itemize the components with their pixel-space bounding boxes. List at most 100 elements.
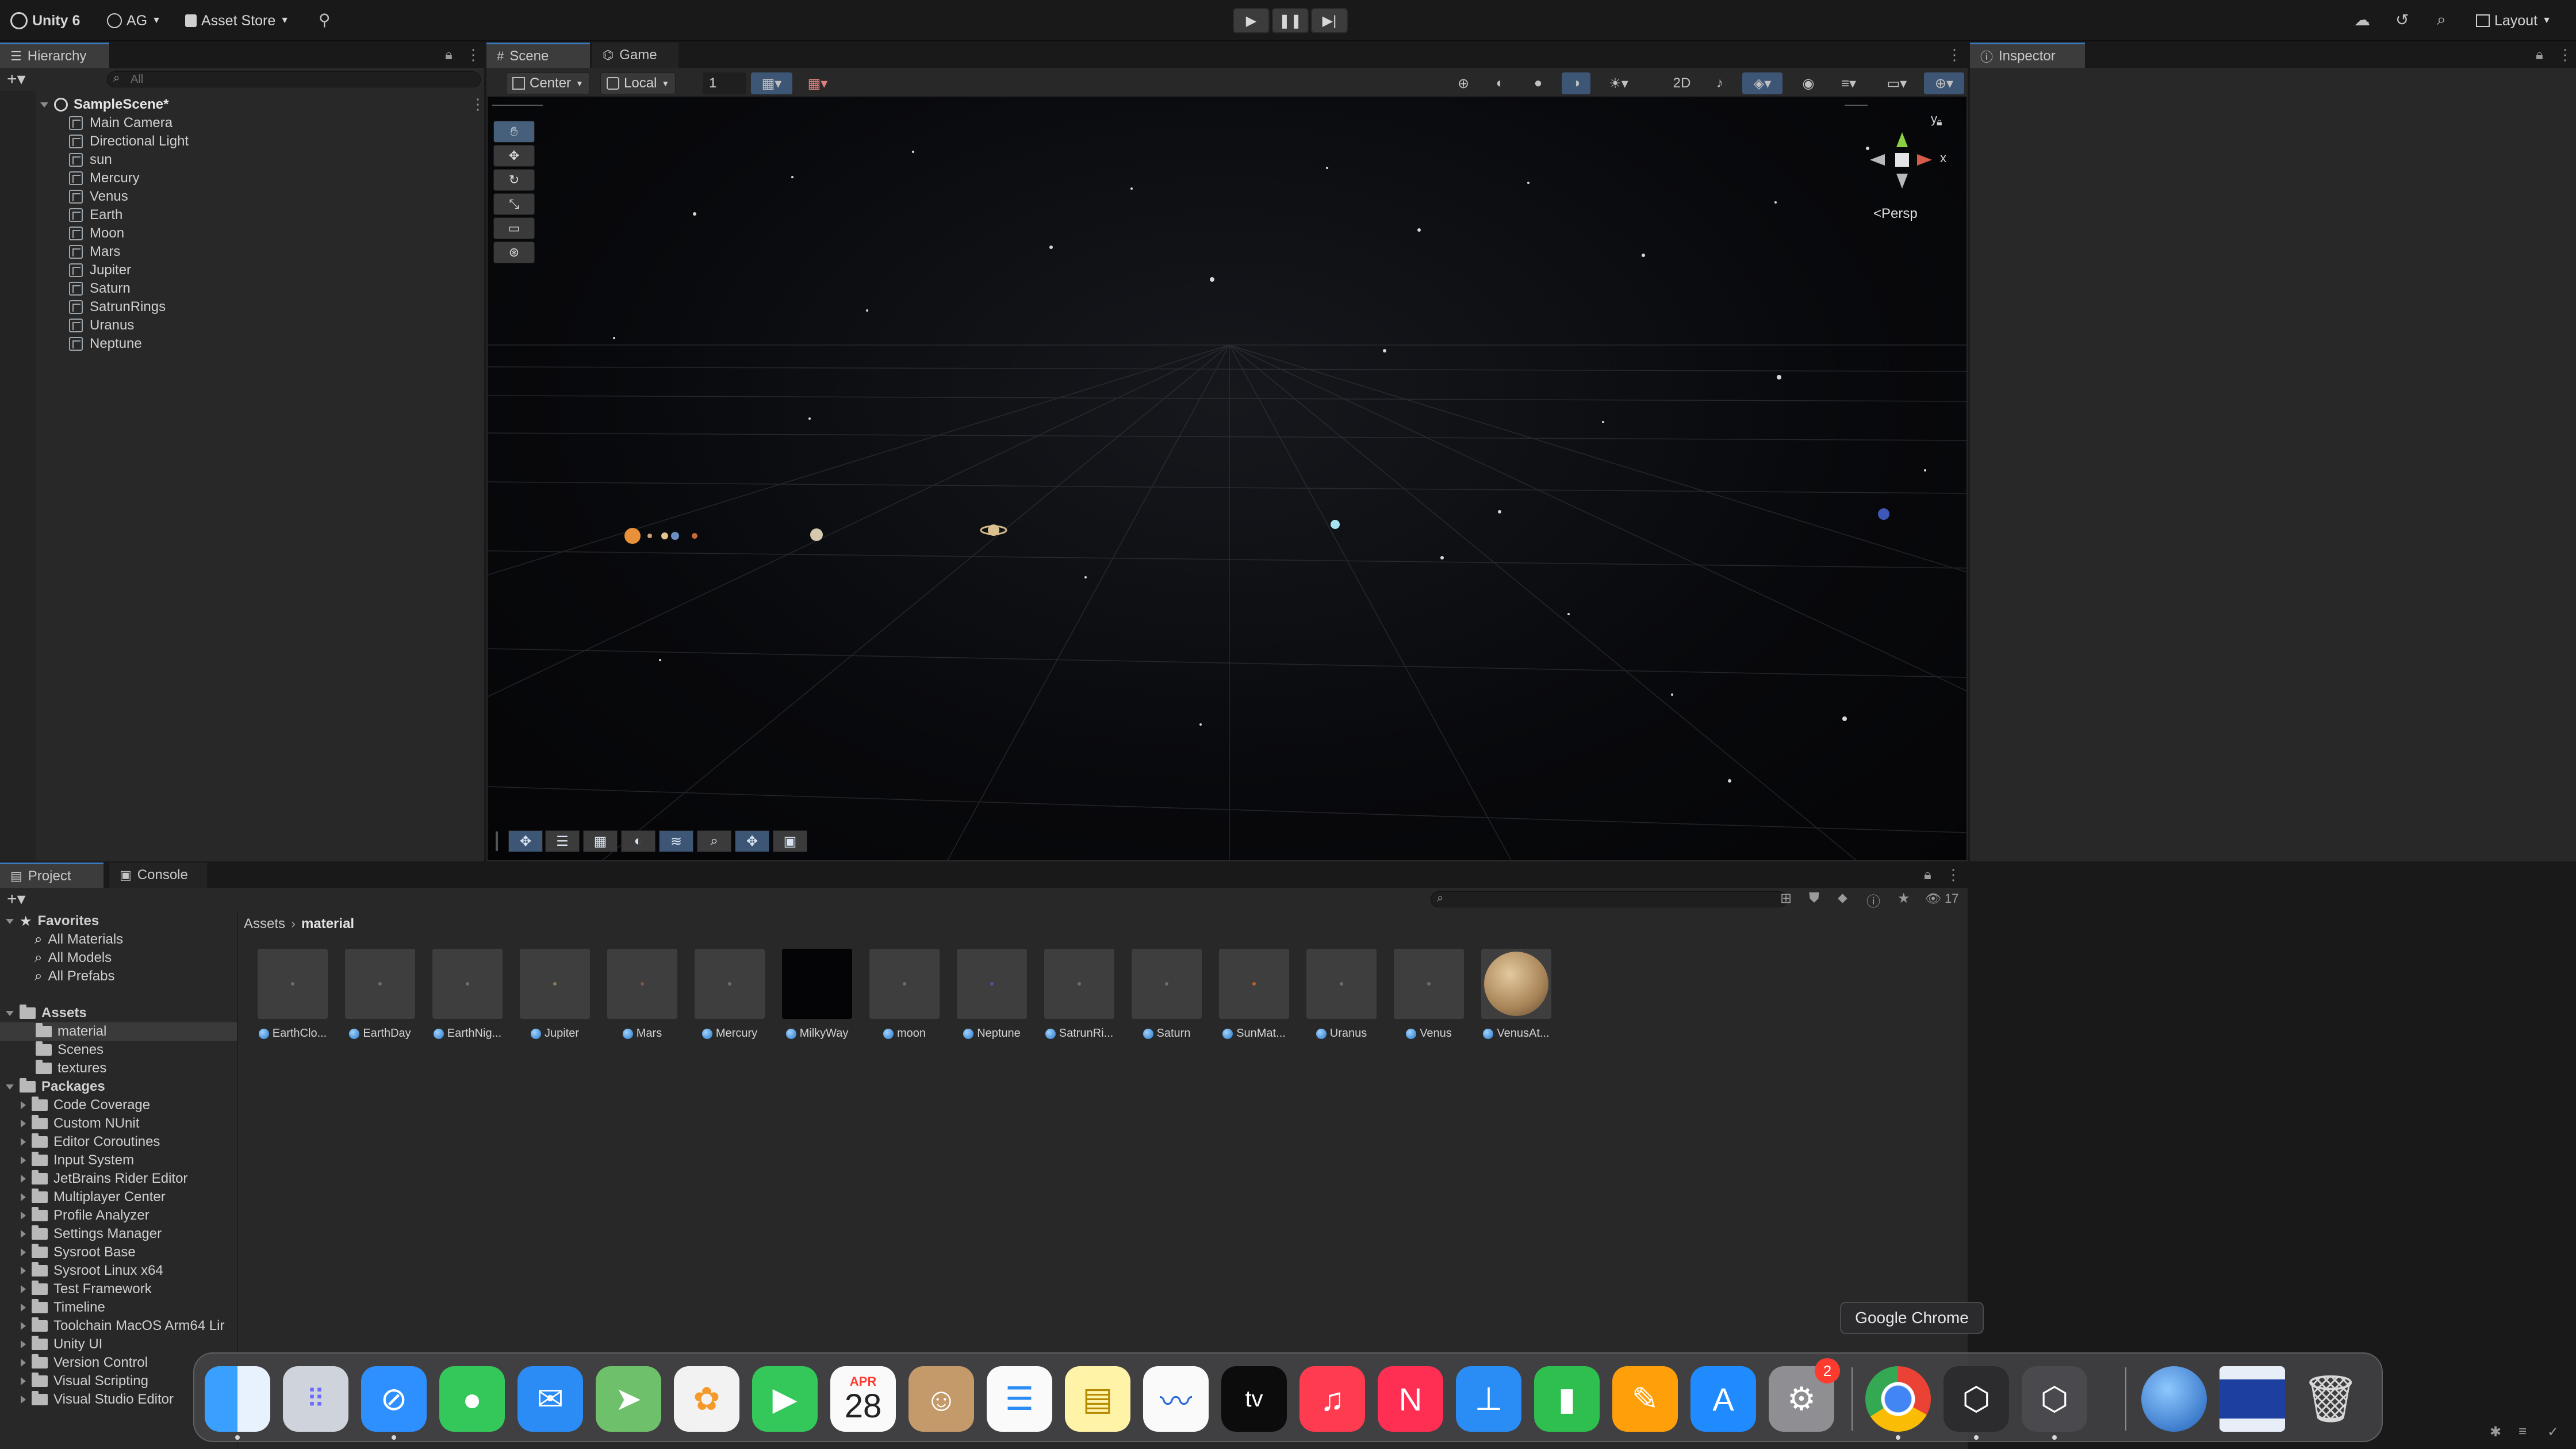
- scene-root-row[interactable]: SampleScene*: [40, 95, 168, 114]
- tab-scene[interactable]: # Scene: [486, 43, 590, 68]
- pivot-space-dropdown[interactable]: Local ▼: [600, 72, 676, 94]
- move-tool-button[interactable]: ✥: [493, 145, 535, 167]
- music-icon[interactable]: ♫: [1300, 1366, 1365, 1432]
- lighting-toggle[interactable]: ☀▾: [1598, 72, 1639, 94]
- maps-icon[interactable]: ➤: [596, 1366, 661, 1432]
- breadcrumb-material[interactable]: material: [301, 916, 354, 932]
- favorite-item[interactable]: ⌕ All Models: [34, 949, 112, 967]
- breadcrumb-assets[interactable]: Assets: [244, 916, 285, 932]
- globe-icon[interactable]: [2141, 1366, 2207, 1432]
- news-icon[interactable]: N: [1378, 1366, 1443, 1432]
- launchpad-icon[interactable]: ⠿: [283, 1366, 348, 1432]
- info-filter-icon[interactable]: ⓘ: [1866, 890, 1880, 910]
- unity-menu[interactable]: Unity 6: [10, 8, 80, 33]
- gizmo-lock-icon[interactable]: 🔒︎: [1937, 116, 1942, 128]
- hierarchy-item[interactable]: Mars: [69, 243, 120, 261]
- shading-wireframe-icon[interactable]: ◐: [1486, 72, 1515, 94]
- asset-item[interactable]: EarthDay: [343, 949, 417, 1040]
- chrome-icon[interactable]: [1865, 1366, 1931, 1432]
- asset-item[interactable]: VenusAt...: [1479, 949, 1554, 1040]
- package-item[interactable]: Visual Studio Editor: [21, 1390, 174, 1409]
- asset-item[interactable]: Saturn: [1129, 949, 1204, 1040]
- contacts-icon[interactable]: ☺: [908, 1366, 974, 1432]
- asset-item[interactable]: MilkyWay: [780, 949, 854, 1040]
- keynote-icon[interactable]: ⊥: [1456, 1366, 1521, 1432]
- grid-move-tool[interactable]: ✥: [508, 830, 543, 852]
- transform-tool-button[interactable]: ⊛: [493, 241, 535, 263]
- camera-settings-dropdown[interactable]: ▭▾: [1877, 72, 1917, 94]
- step-button[interactable]: ▶|: [1311, 8, 1348, 33]
- hierarchy-item[interactable]: Saturn: [69, 279, 131, 298]
- cloud-icon[interactable]: ☁: [2354, 10, 2370, 29]
- add-icon[interactable]: +▾: [7, 69, 26, 89]
- tab-game[interactable]: ⌬ Game: [592, 43, 678, 68]
- packages-root-row[interactable]: Packages: [6, 1078, 105, 1096]
- hierarchy-item[interactable]: Moon: [69, 224, 124, 243]
- bottom-overlay-handle[interactable]: [496, 831, 498, 851]
- hierarchy-item[interactable]: Mercury: [69, 169, 140, 187]
- package-item[interactable]: Sysroot Linux x64: [21, 1262, 163, 1280]
- layout-dropdown[interactable]: Layout ▼: [2476, 8, 2551, 33]
- search-icon[interactable]: ⌕: [2437, 10, 2446, 29]
- layers-dropdown[interactable]: ≡▾: [1828, 72, 1869, 94]
- frame-tool[interactable]: ✥: [735, 830, 769, 852]
- progress-icon[interactable]: ≡: [2518, 1424, 2527, 1440]
- favorite-item[interactable]: ⌕ All Prefabs: [34, 967, 115, 986]
- project-search-input[interactable]: ⌕: [1431, 891, 1787, 907]
- asset-item[interactable]: Uranus: [1304, 949, 1379, 1040]
- status-check-icon[interactable]: ✓: [2547, 1424, 2559, 1440]
- orientation-gizmo[interactable]: [1870, 132, 1932, 189]
- package-item[interactable]: Input System: [21, 1151, 134, 1170]
- kebab-menu-icon[interactable]: ⋮: [1946, 866, 1961, 884]
- package-item[interactable]: Version Control: [21, 1354, 148, 1372]
- asset-item[interactable]: SunMat...: [1217, 949, 1291, 1040]
- 2d-toggle-icon[interactable]: 2D: [1667, 72, 1696, 94]
- unity-hub-icon[interactable]: ⬡: [1943, 1366, 2009, 1432]
- global-view-icon[interactable]: ⊕: [1449, 72, 1478, 94]
- shading-solid-icon[interactable]: ●: [1524, 72, 1552, 94]
- align-tool[interactable]: ☰: [545, 830, 580, 852]
- gizmo-overlay-handle[interactable]: [1845, 105, 1868, 109]
- tab-project[interactable]: ▤ Project: [0, 862, 103, 888]
- audio-toggle-icon[interactable]: ♪: [1705, 72, 1734, 94]
- effects-toggle[interactable]: ◈▾: [1742, 72, 1782, 94]
- asset-item[interactable]: Jupiter: [518, 949, 592, 1040]
- asset-item[interactable]: Venus: [1392, 949, 1466, 1040]
- freeform-icon[interactable]: 〰: [1143, 1366, 1209, 1432]
- mail-icon[interactable]: ✉: [518, 1366, 583, 1432]
- package-item[interactable]: Custom NUnit: [21, 1114, 139, 1133]
- photos-icon[interactable]: ✿: [674, 1366, 739, 1432]
- rotate-tool-button[interactable]: ↻: [493, 169, 535, 191]
- camera-preview-tool[interactable]: ▣: [773, 830, 807, 852]
- kebab-menu-icon[interactable]: ⋮: [2558, 46, 2573, 64]
- trash-icon[interactable]: 🗑︎: [2298, 1366, 2363, 1432]
- zoom-tool[interactable]: ⌕: [697, 830, 731, 852]
- hierarchy-item[interactable]: Jupiter: [69, 261, 131, 279]
- favorite-star-icon[interactable]: ★: [1897, 890, 1910, 907]
- snap-toggle[interactable]: ▦▾: [751, 72, 792, 94]
- assets-root-row[interactable]: Assets: [6, 1004, 87, 1022]
- package-item[interactable]: Profile Analyzer: [21, 1206, 150, 1225]
- package-item[interactable]: Settings Manager: [21, 1225, 162, 1243]
- rect-tool-button[interactable]: ▭: [493, 217, 535, 239]
- favorites-row[interactable]: ★ Favorites: [6, 912, 99, 930]
- package-item[interactable]: Timeline: [21, 1298, 105, 1317]
- asset-item[interactable]: EarthClo...: [255, 949, 330, 1040]
- lock-icon[interactable]: 🔒︎: [445, 47, 453, 63]
- package-item[interactable]: Editor Coroutines: [21, 1133, 160, 1151]
- hierarchy-item[interactable]: sun: [69, 151, 112, 169]
- asset-item[interactable]: Neptune: [954, 949, 1029, 1040]
- search-by-type-icon[interactable]: ⊞: [1780, 890, 1792, 907]
- projection-label[interactable]: <Persp: [1873, 206, 1918, 222]
- asset-item[interactable]: Mercury: [692, 949, 767, 1040]
- numbers-icon[interactable]: ▮: [1534, 1366, 1600, 1432]
- tab-hierarchy[interactable]: ☰ Hierarchy: [0, 43, 109, 68]
- play-button[interactable]: ▶: [1233, 8, 1270, 33]
- hierarchy-item[interactable]: Main Camera: [69, 114, 172, 132]
- tab-console[interactable]: ▣ Console: [109, 862, 207, 888]
- account-dropdown[interactable]: AG ▼: [107, 8, 161, 33]
- scene-kebab-icon[interactable]: ⋮: [470, 95, 485, 113]
- shading-mode-tool[interactable]: ◐: [621, 830, 656, 852]
- grid-visibility-toggle[interactable]: ▦▾: [797, 72, 838, 94]
- unity-6-icon[interactable]: ⬡: [2022, 1366, 2087, 1432]
